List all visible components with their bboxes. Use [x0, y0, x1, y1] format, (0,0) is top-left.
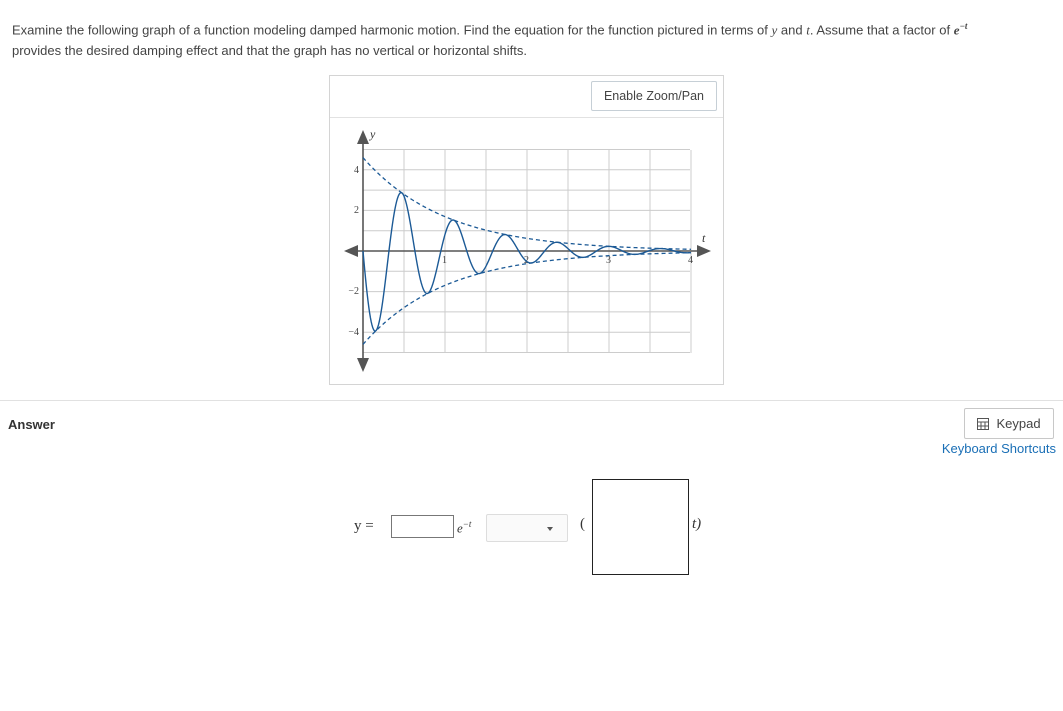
- damping-power: −t: [462, 519, 472, 529]
- keypad-grid-icon: [977, 417, 990, 430]
- equation-lhs-text: y =: [354, 518, 374, 534]
- close-paren-t: t): [692, 516, 702, 532]
- enable-zoom-pan-button[interactable]: Enable Zoom/Pan: [590, 81, 717, 111]
- y-tick-2: 2: [354, 205, 359, 216]
- keyboard-shortcuts-link[interactable]: Keyboard Shortcuts: [942, 441, 1056, 456]
- x-axis-left-arrow-icon: [344, 245, 358, 257]
- question-text-mid: . Assume that a factor of: [809, 22, 951, 38]
- y-axis-down-arrow-icon: [357, 358, 369, 372]
- x-tick-3: 3: [606, 255, 611, 266]
- graph-toolbar: Enable Zoom/Pan: [330, 76, 723, 118]
- keypad-label: Keypad: [996, 416, 1041, 431]
- trig-function-dropdown[interactable]: [486, 514, 568, 542]
- question-text-after: provides the desired damping effect and …: [12, 43, 528, 59]
- question-and: and: [780, 22, 803, 38]
- y-tick-4: 4: [354, 165, 359, 176]
- chevron-down-icon: [547, 527, 553, 531]
- y-tick-neg4: −4: [348, 327, 359, 338]
- y-tick-neg2: −2: [348, 286, 359, 297]
- open-paren: (: [580, 516, 585, 532]
- graph-panel: Enable Zoom/Pan y t 1 2 3 4 4 2 −2 −4: [329, 75, 724, 385]
- factor-exponent: −t: [959, 21, 968, 31]
- equation-lhs: y =: [354, 518, 374, 535]
- x-axis-right-arrow-icon: [697, 245, 711, 257]
- answer-label: Answer: [8, 417, 55, 432]
- y-axis-label: y: [369, 127, 376, 141]
- question-prompt: Examine the following graph of a functio…: [12, 16, 1052, 61]
- graph-canvas[interactable]: y t 1 2 3 4 4 2 −2 −4: [330, 118, 723, 384]
- keypad-button[interactable]: Keypad: [964, 408, 1054, 439]
- amplitude-input[interactable]: [391, 515, 454, 538]
- section-divider: [0, 400, 1063, 401]
- x-tick-1: 1: [442, 255, 447, 266]
- var-y: y: [771, 22, 778, 38]
- x-axis-label: t: [702, 231, 706, 245]
- question-text-before: Examine the following graph of a functio…: [12, 22, 768, 38]
- x-tick-4: 4: [688, 255, 693, 266]
- frequency-coefficient-input[interactable]: [592, 479, 689, 575]
- damping-factor: e−t: [457, 519, 471, 536]
- y-axis-up-arrow-icon: [357, 130, 369, 144]
